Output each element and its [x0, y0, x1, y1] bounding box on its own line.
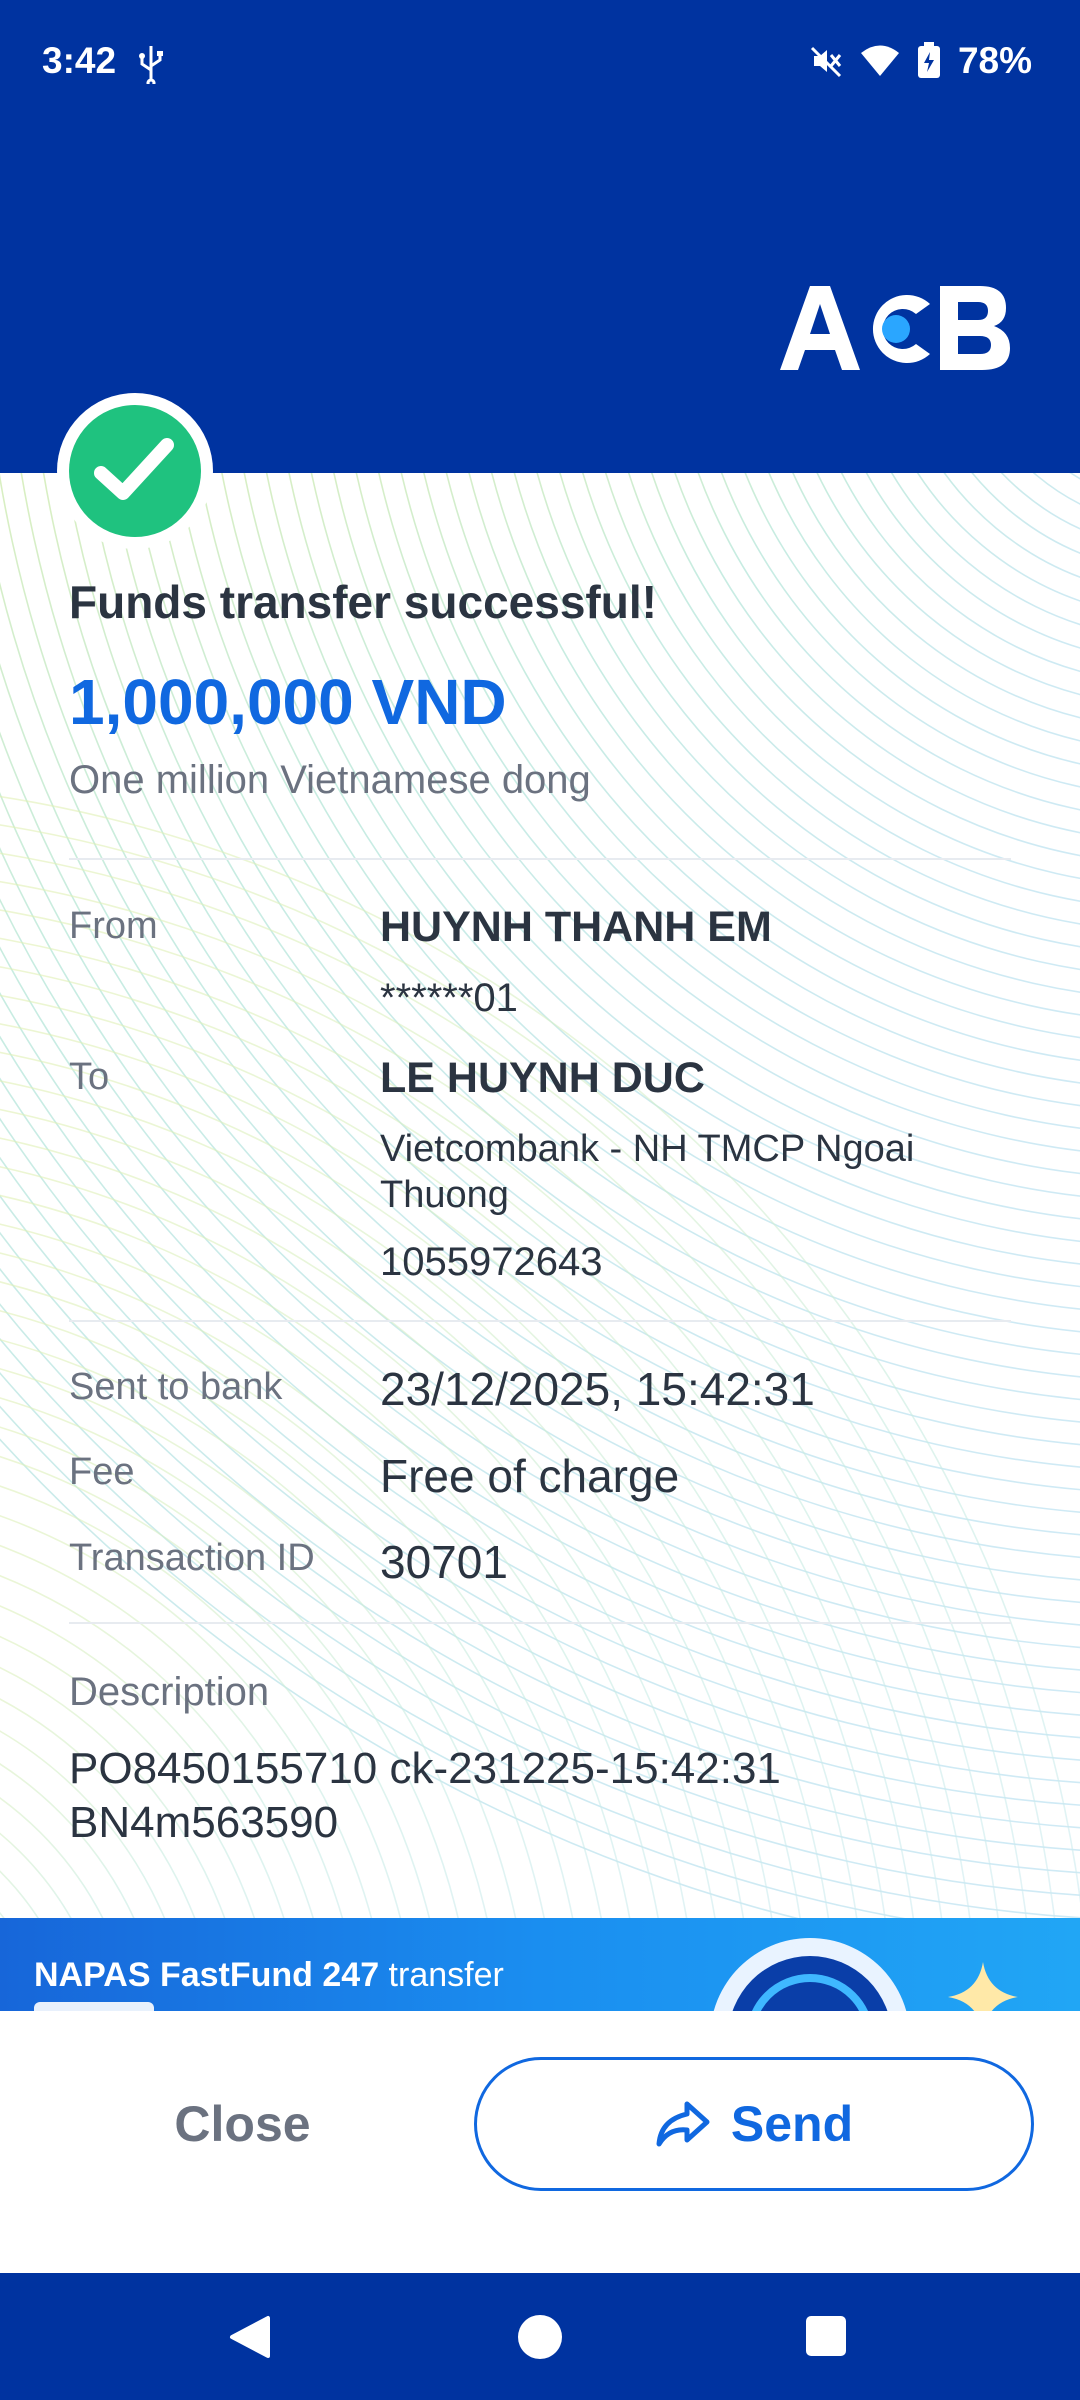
- recipient-bank: Vietcombank - NH TMCP Ngoai Thuong: [380, 1128, 915, 1216]
- divider: [69, 858, 1011, 860]
- transaction-id-label: Transaction ID: [69, 1537, 315, 1579]
- recipient-account: 1055972643: [380, 1240, 603, 1284]
- sent-to-bank-value: 23/12/2025, 15:42:31: [380, 1363, 815, 1415]
- back-icon[interactable]: [226, 2314, 272, 2360]
- battery-percentage: 78%: [957, 40, 1032, 81]
- status-bar: 3:42 78%: [0, 0, 1080, 125]
- banner-subtext: [34, 2002, 154, 2011]
- sent-to-bank-label: Sent to bank: [69, 1366, 283, 1408]
- system-nav-bar: [0, 2273, 1080, 2400]
- banner-plain-text: transfer: [379, 1956, 504, 1994]
- action-bar: Close Send: [0, 2011, 1080, 2273]
- fee-label: Fee: [69, 1451, 135, 1493]
- sender-account: ******01: [380, 976, 518, 1020]
- transaction-id-value: 30701: [380, 1536, 508, 1588]
- recipient-name: LE HUYNH DUC: [380, 1054, 705, 1102]
- success-title: Funds transfer successful!: [69, 576, 657, 628]
- recents-icon[interactable]: [806, 2316, 846, 2356]
- transfer-amount: 1,000,000 VND: [69, 666, 507, 738]
- home-icon[interactable]: [518, 2315, 562, 2359]
- to-label: To: [69, 1056, 110, 1098]
- divider: [69, 1320, 1011, 1322]
- sender-name: HUYNH THANH EM: [380, 903, 772, 951]
- acb-logo: [780, 286, 1010, 370]
- banner-illustration: [713, 1938, 907, 2011]
- checkmark-icon: [94, 438, 174, 500]
- share-arrow-icon: [656, 2101, 710, 2147]
- send-button[interactable]: Send: [474, 2057, 1034, 2191]
- wifi-icon: [860, 45, 899, 76]
- fee-value: Free of charge: [380, 1450, 680, 1502]
- send-label: Send: [730, 2096, 854, 2152]
- from-label: From: [69, 905, 158, 947]
- description-value: PO8450155710 ck-231225-15:42:31 BN4m5635…: [69, 1744, 781, 1847]
- description-label: Description: [69, 1670, 270, 1714]
- amount-in-words: One million Vietnamese dong: [69, 758, 591, 802]
- banner-bold-text: NAPAS FastFund 247: [34, 1956, 380, 1994]
- battery-icon: [917, 42, 940, 78]
- success-badge: [57, 393, 213, 549]
- status-time: 3:42: [42, 40, 117, 81]
- status-icons: 78%: [810, 40, 1032, 82]
- banner-text: NAPAS FastFund 247 transfer: [34, 1956, 504, 1995]
- divider: [69, 1622, 1011, 1624]
- napas-promo-banner[interactable]: NAPAS FastFund 247 transfer: [0, 1918, 1080, 2011]
- mute-icon: [810, 46, 842, 78]
- usb-icon: [139, 46, 163, 84]
- close-button[interactable]: Close: [70, 2057, 415, 2191]
- sparkle-icon: [948, 1962, 1018, 2011]
